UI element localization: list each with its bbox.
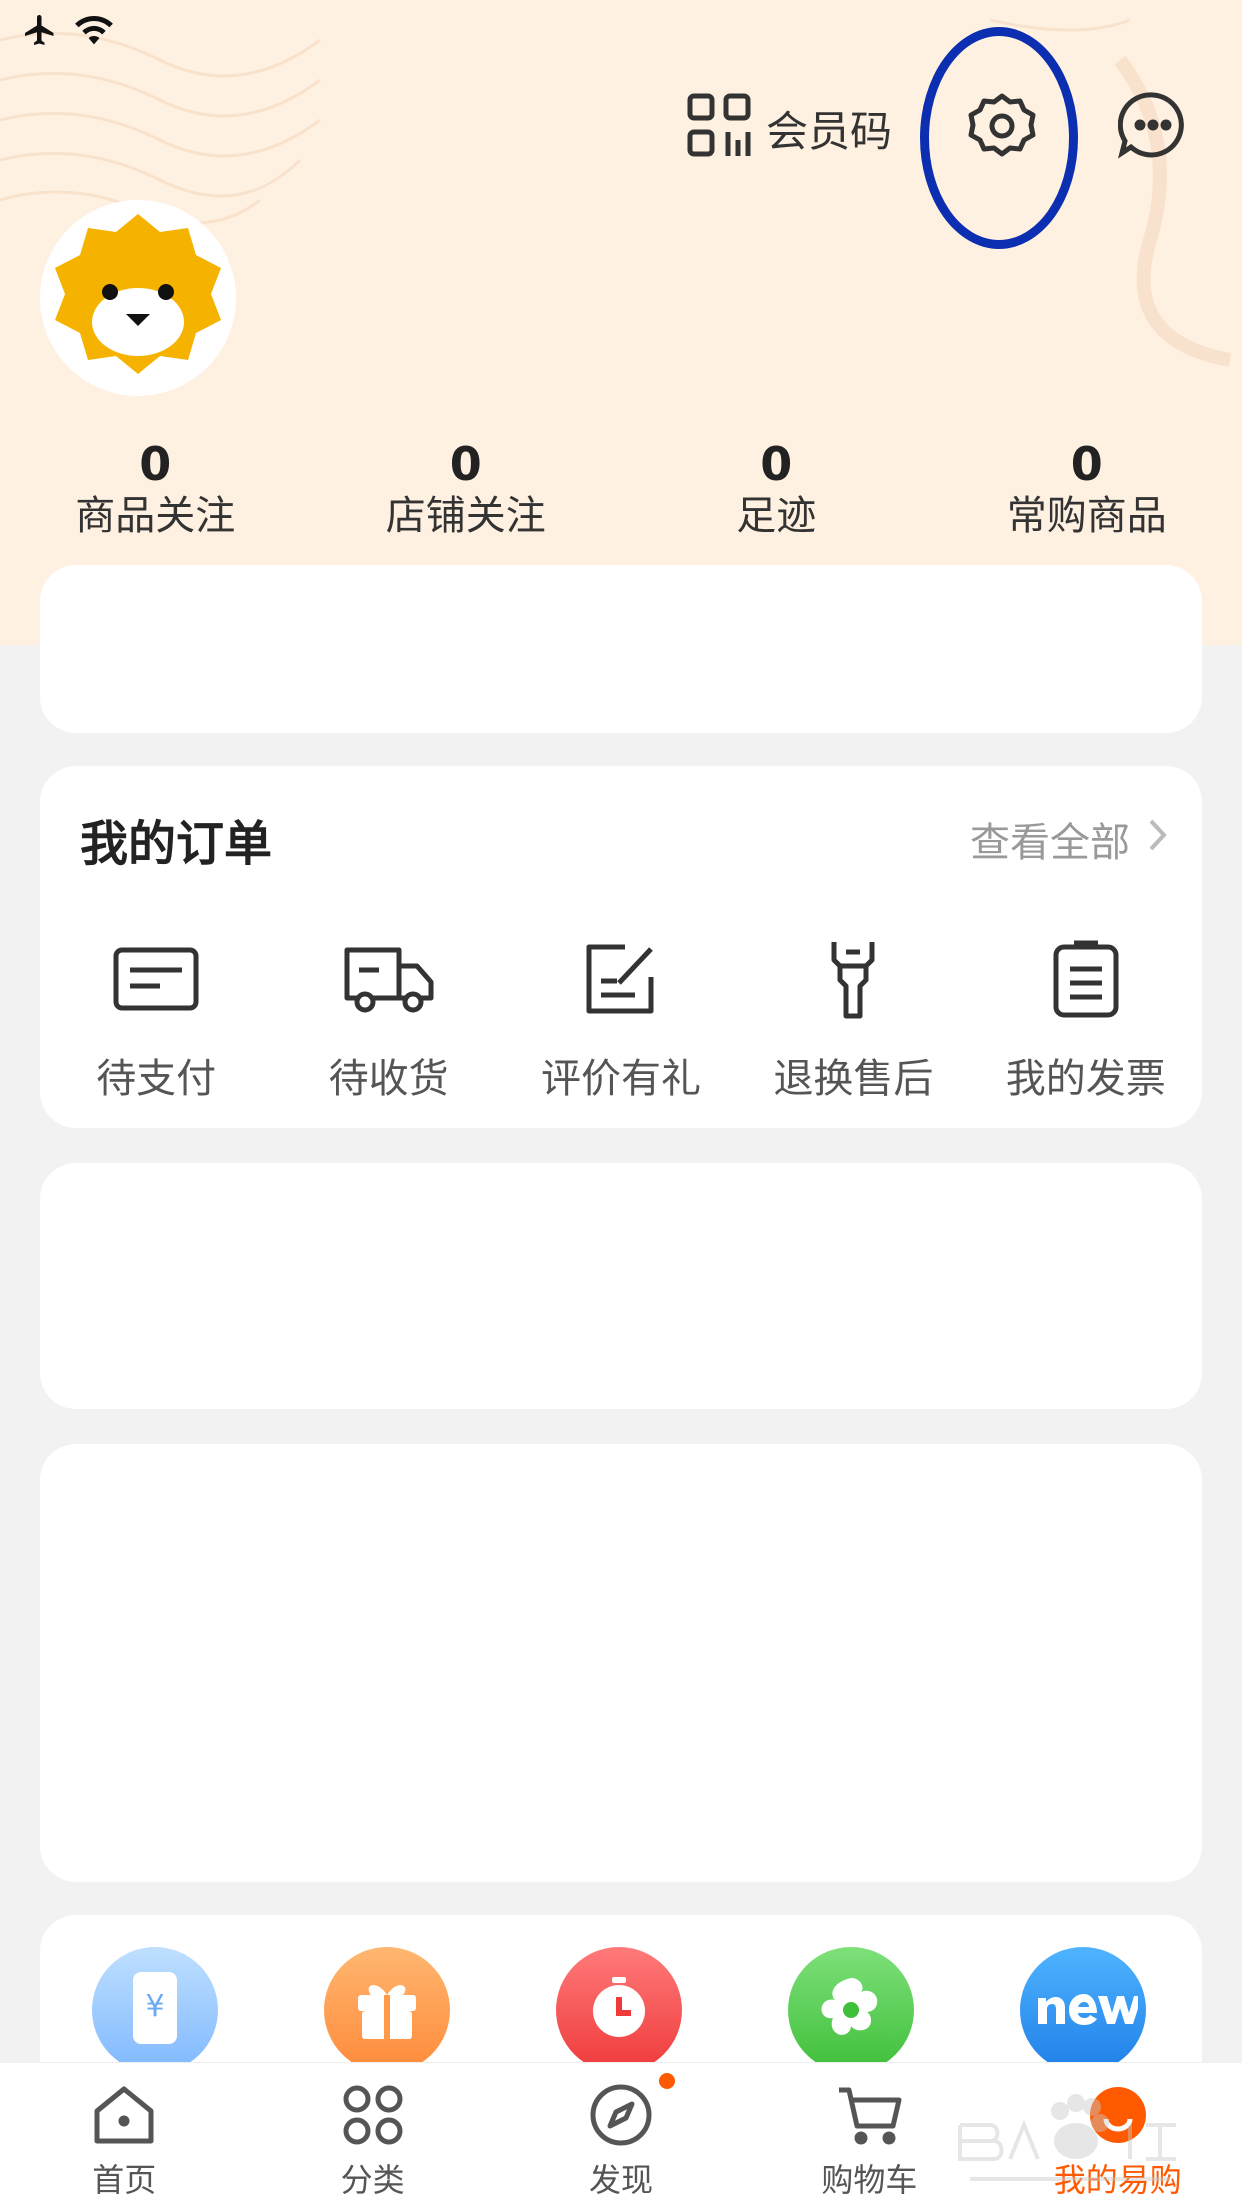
payment-icon xyxy=(108,936,204,1022)
order-item-label: 退换售后 xyxy=(773,1046,933,1104)
placeholder-card xyxy=(40,1444,1202,1882)
tab-label: 分类 xyxy=(341,2155,405,2201)
stat-label: 商品关注 xyxy=(0,490,311,542)
review-icon xyxy=(573,936,669,1022)
stat-value: 0 xyxy=(311,438,622,490)
tab-home[interactable]: 首页 xyxy=(0,2063,248,2209)
airplane-mode-icon xyxy=(22,12,58,52)
placeholder-card xyxy=(40,565,1202,733)
tab-label: 发现 xyxy=(589,2155,653,2201)
tab-label: 首页 xyxy=(92,2155,156,2201)
phone-yuan-icon: ¥ xyxy=(127,1968,183,2052)
member-code-label: 会员码 xyxy=(766,98,892,159)
compass-icon xyxy=(585,2081,657,2149)
order-item-label: 我的发票 xyxy=(1006,1046,1166,1104)
svg-text:¥: ¥ xyxy=(145,1989,164,2024)
my-orders-card: 我的订单 查看全部 待支付 待收货 评价有礼 xyxy=(40,766,1202,1128)
flower-headset-icon xyxy=(815,1972,887,2048)
stat-value: 0 xyxy=(621,438,932,490)
clock-icon xyxy=(584,1973,654,2047)
status-bar xyxy=(22,10,116,54)
order-item-label: 待支付 xyxy=(96,1046,216,1104)
stat-value: 0 xyxy=(0,438,311,490)
stat-label: 足迹 xyxy=(621,490,932,542)
stat-frequent-buys[interactable]: 0 常购商品 xyxy=(932,438,1242,542)
tab-category[interactable]: 分类 xyxy=(248,2063,496,2209)
invoice-icon xyxy=(1038,936,1134,1022)
truck-icon xyxy=(341,936,437,1022)
view-all-label: 查看全部 xyxy=(970,810,1130,868)
member-code-button[interactable]: 会员码 xyxy=(686,92,892,164)
order-item-after-sales[interactable]: 退换售后 xyxy=(737,936,969,1104)
highlight-annotation-ring xyxy=(920,27,1078,249)
tab-label: 购物车 xyxy=(821,2155,917,2201)
lion-mascot-icon xyxy=(46,206,230,390)
stats-row: 0 商品关注 0 店铺关注 0 足迹 0 常购商品 xyxy=(0,438,1242,542)
tool-new[interactable] xyxy=(1020,1947,1146,2073)
cart-icon xyxy=(833,2081,905,2149)
stat-footprint[interactable]: 0 足迹 xyxy=(621,438,932,542)
category-icon xyxy=(337,2081,409,2149)
stat-label: 店铺关注 xyxy=(311,490,622,542)
notification-dot xyxy=(659,2073,675,2089)
stat-product-follow[interactable]: 0 商品关注 xyxy=(0,438,311,542)
wifi-icon xyxy=(72,12,116,52)
qr-code-icon xyxy=(686,92,754,164)
view-all-orders-link[interactable]: 查看全部 xyxy=(970,810,1168,868)
order-item-label: 评价有礼 xyxy=(541,1046,701,1104)
tool-gift[interactable] xyxy=(324,1947,450,2073)
new-badge-icon xyxy=(1028,1980,1138,2040)
messages-button[interactable] xyxy=(1118,92,1188,162)
order-item-pending-receipt[interactable]: 待收货 xyxy=(272,936,504,1104)
placeholder-card xyxy=(40,1163,1202,1409)
stat-store-follow[interactable]: 0 店铺关注 xyxy=(311,438,622,542)
tab-discover[interactable]: 发现 xyxy=(497,2063,745,2209)
order-item-invoice[interactable]: 我的发票 xyxy=(970,936,1202,1104)
chat-bubble-icon xyxy=(1118,90,1188,164)
avatar[interactable] xyxy=(40,200,236,396)
gift-icon xyxy=(352,1973,422,2047)
order-item-pending-payment[interactable]: 待支付 xyxy=(40,936,272,1104)
order-status-row: 待支付 待收货 评价有礼 退换售后 我的发票 xyxy=(40,936,1202,1104)
tool-timer[interactable] xyxy=(556,1947,682,2073)
orders-title: 我的订单 xyxy=(80,804,272,874)
tool-service[interactable] xyxy=(788,1947,914,2073)
wrench-icon xyxy=(805,936,901,1022)
baidu-watermark xyxy=(950,2085,1190,2195)
chevron-right-icon xyxy=(1148,816,1168,862)
stat-value: 0 xyxy=(932,438,1242,490)
order-item-review[interactable]: 评价有礼 xyxy=(505,936,737,1104)
home-icon xyxy=(88,2081,160,2149)
order-item-label: 待收货 xyxy=(329,1046,449,1104)
stat-label: 常购商品 xyxy=(932,490,1242,542)
tool-wallet[interactable]: ¥ xyxy=(92,1947,218,2073)
